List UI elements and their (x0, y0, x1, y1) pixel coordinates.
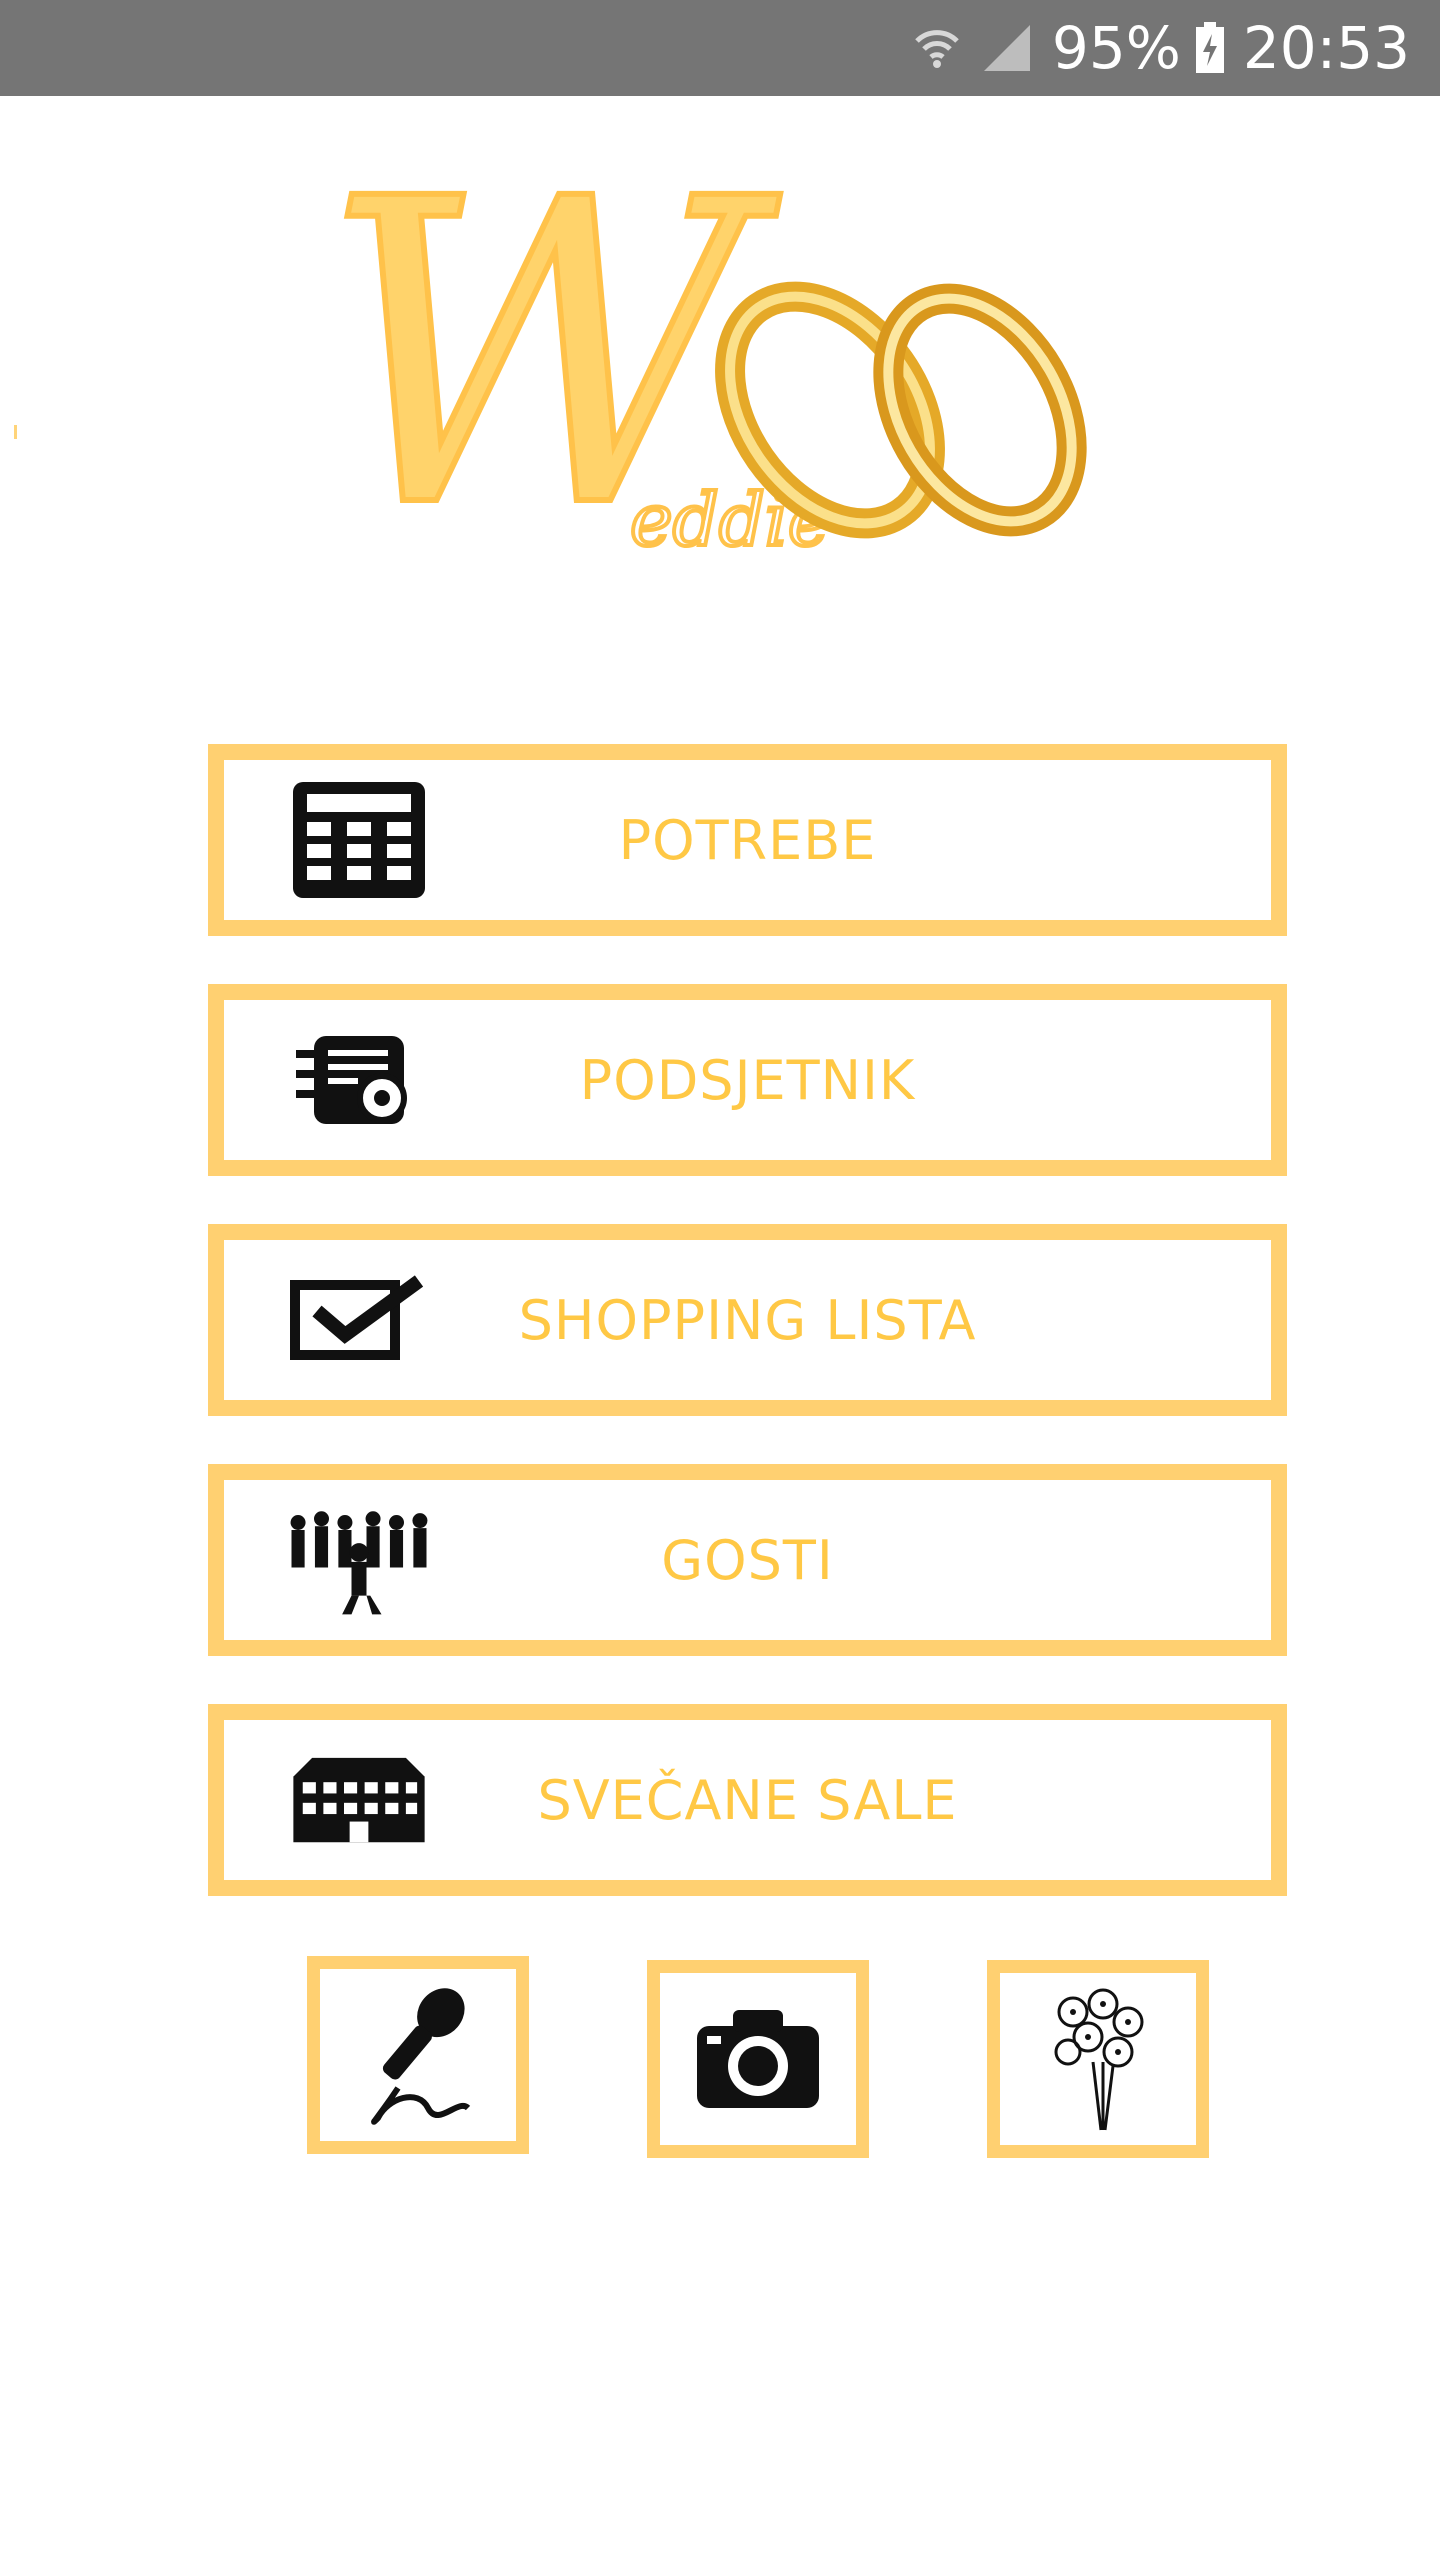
flowers-button[interactable] (987, 1960, 1209, 2158)
app-logo: W eddie (310, 108, 1140, 603)
menu-label-potrebe: POTREBE (618, 808, 877, 872)
clock-time: 20:53 (1242, 14, 1410, 82)
flower-bouquet-icon (1043, 1982, 1153, 2136)
battery-percent: 95% (1051, 14, 1181, 82)
music-button[interactable] (307, 1956, 529, 2154)
edge-mark (14, 425, 17, 439)
checkbox-icon (284, 1255, 434, 1385)
menu-label-gosti: GOSTI (661, 1528, 834, 1592)
menu-button-gosti[interactable]: GOSTI (208, 1464, 1287, 1656)
battery-charging-icon (1195, 22, 1225, 74)
menu-button-svecane-sale[interactable]: SVEČANE SALE (208, 1704, 1287, 1896)
camera-icon (693, 2002, 823, 2116)
menu-button-podsjetnik[interactable]: PODSJETNIK (208, 984, 1287, 1176)
menu-label-svecane-sale: SVEČANE SALE (537, 1768, 958, 1832)
status-bar: 95% 20:53 (0, 0, 1440, 96)
calculator-icon (284, 775, 434, 905)
photo-button[interactable] (647, 1960, 869, 2158)
menu-label-shopping-lista: SHOPPING LISTA (518, 1288, 977, 1352)
microphone-icon (358, 1978, 478, 2132)
wifi-icon (912, 23, 962, 73)
reminder-icon (284, 1015, 434, 1145)
app-screen: 95% 20:53 W eddie POTREBE PODSJETNIK SHO… (0, 0, 1440, 2560)
building-icon (284, 1735, 434, 1865)
menu-button-shopping-lista[interactable]: SHOPPING LISTA (208, 1224, 1287, 1416)
guests-crowd-icon (284, 1495, 434, 1625)
signal-icon (980, 21, 1034, 75)
menu-button-potrebe[interactable]: POTREBE (208, 744, 1287, 936)
menu-label-podsjetnik: PODSJETNIK (579, 1048, 916, 1112)
